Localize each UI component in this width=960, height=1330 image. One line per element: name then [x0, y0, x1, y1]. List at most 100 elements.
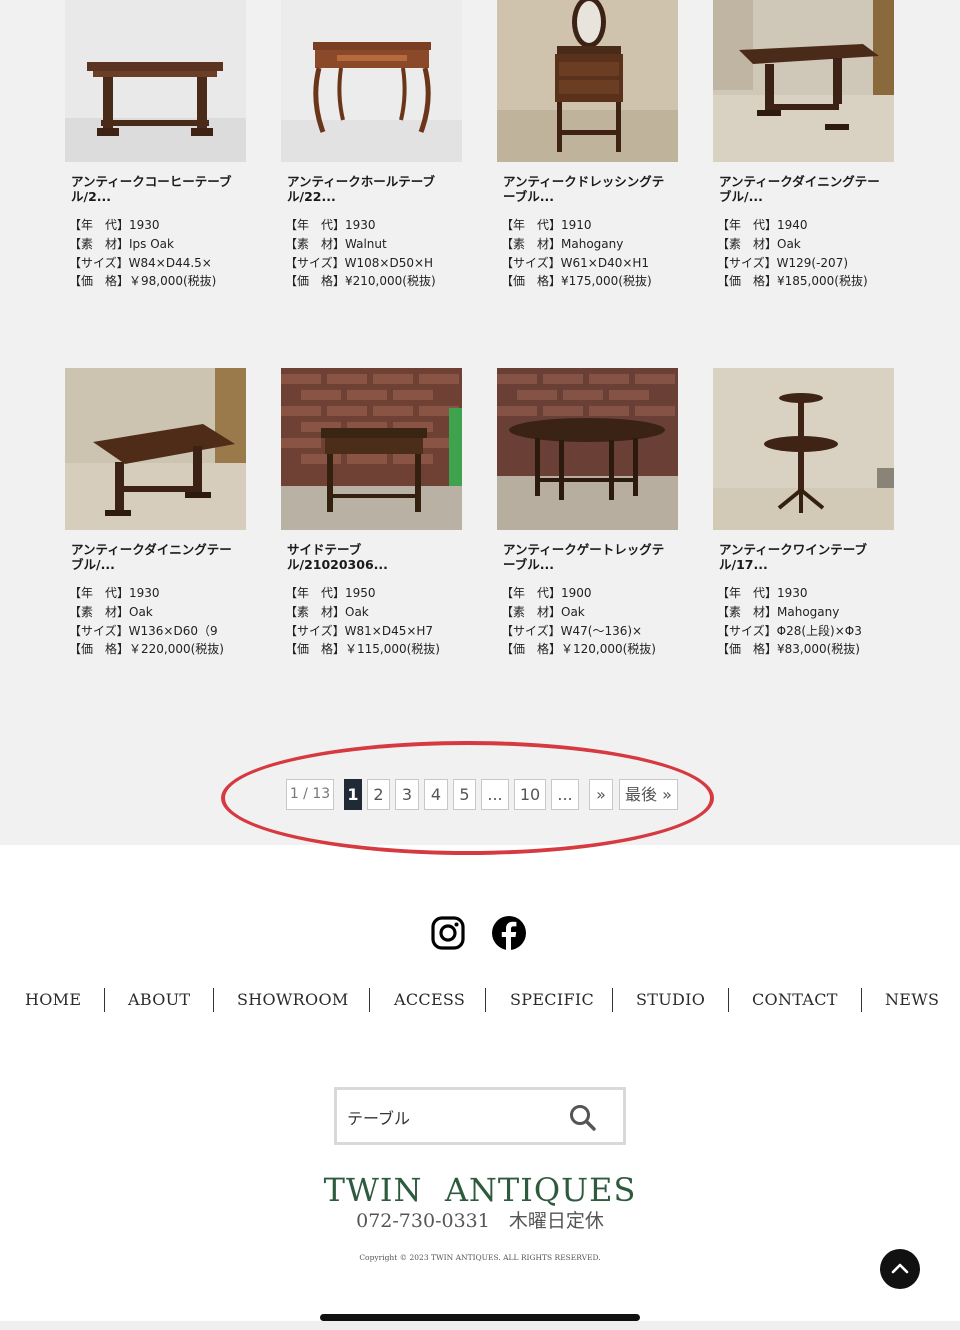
search-form — [334, 1087, 626, 1145]
search-icon — [570, 1105, 596, 1131]
page-link[interactable]: 4 — [424, 779, 448, 810]
product-card[interactable]: アンティークダイニングテーブル/... 【年 代】1930 【素 材】Oak 【… — [65, 368, 246, 659]
spec-size: 【サイズ】Φ28(上段)×Φ3 — [717, 623, 862, 638]
product-specs: 【年 代】1930 【素 材】Walnut 【サイズ】W108×D50×H 【価… — [281, 216, 462, 291]
page-ellipsis: ... — [551, 779, 579, 810]
nav-specific[interactable]: SPECIFIC — [510, 988, 594, 1012]
page-link[interactable]: 2 — [367, 779, 390, 810]
spec-size: 【サイズ】W136×D60（9 — [69, 623, 218, 638]
nav-divider — [861, 988, 862, 1012]
spec-size: 【サイズ】W108×D50×H — [285, 255, 434, 270]
hall-table-photo — [281, 0, 462, 162]
facebook-icon[interactable] — [491, 915, 527, 951]
product-specs: 【年 代】1930 【素 材】Ips Oak 【サイズ】W84×D44.5× 【… — [65, 216, 246, 291]
last-page-button[interactable]: 最後 » — [619, 779, 678, 810]
gateleg-table-photo — [497, 368, 678, 530]
next-page-button[interactable]: » — [589, 779, 613, 810]
spec-size: 【サイズ】W61×D40×H1 — [501, 255, 650, 270]
spec-material: 【素 材】Mahogany — [501, 236, 624, 251]
product-card[interactable]: サイドテーブル/21020306... 【年 代】1950 【素 材】Oak 【… — [281, 368, 462, 659]
product-card[interactable]: アンティークコーヒーテーブル/2... 【年 代】1930 【素 材】Ips O… — [65, 0, 246, 291]
home-indicator — [320, 1314, 640, 1321]
spec-year: 【年 代】1950 — [285, 586, 376, 600]
nav-divider — [728, 988, 729, 1012]
nav-home[interactable]: HOME — [25, 988, 81, 1012]
page-info: 1 / 13 — [286, 779, 334, 810]
product-title[interactable]: サイドテーブル/21020306... — [281, 542, 462, 572]
product-title[interactable]: アンティークワインテーブル/17... — [713, 542, 894, 572]
bottom-strip — [0, 1321, 960, 1330]
spec-price: 【価 格】¥210,000(税抜) — [285, 274, 436, 289]
coffee-table-photo — [65, 0, 246, 162]
spec-price: 【価 格】￥220,000(税抜) — [69, 642, 224, 657]
nav-divider — [369, 988, 370, 1012]
product-card[interactable]: アンティークワインテーブル/17... 【年 代】1930 【素 材】Mahog… — [713, 368, 894, 659]
nav-about[interactable]: ABOUT — [128, 988, 190, 1012]
footer-nav: HOME ABOUT SHOWROOM ACCESS SPECIFIC STUD… — [0, 988, 960, 1012]
spec-material: 【素 材】Oak — [285, 604, 369, 619]
spec-material: 【素 材】Oak — [69, 604, 153, 619]
search-input[interactable] — [347, 1100, 557, 1134]
product-card[interactable]: アンティークダイニングテーブル/... 【年 代】1940 【素 材】Oak 【… — [713, 0, 894, 291]
page-link[interactable]: 5 — [453, 779, 476, 810]
product-image[interactable] — [713, 368, 894, 530]
product-image[interactable] — [281, 0, 462, 162]
product-image[interactable] — [713, 0, 894, 162]
product-title[interactable]: アンティークコーヒーテーブル/2... — [65, 174, 246, 204]
product-specs: 【年 代】1950 【素 材】Oak 【サイズ】W81×D45×H7 【価 格】… — [281, 584, 462, 659]
nav-contact[interactable]: CONTACT — [752, 988, 838, 1012]
product-specs: 【年 代】1940 【素 材】Oak 【サイズ】W129(-207) 【価 格】… — [713, 216, 894, 291]
spec-material: 【素 材】Oak — [717, 236, 801, 251]
spec-size: 【サイズ】W81×D45×H7 — [285, 623, 434, 638]
product-image[interactable] — [281, 368, 462, 530]
product-grid-section: アンティークコーヒーテーブル/2... 【年 代】1930 【素 材】Ips O… — [0, 0, 960, 845]
phone-and-hours: 072-730-0331 木曜日定休 — [356, 1210, 604, 1232]
nav-news[interactable]: NEWS — [885, 988, 939, 1012]
spec-year: 【年 代】1930 — [69, 586, 160, 600]
back-to-top-button[interactable] — [880, 1249, 920, 1289]
product-title[interactable]: アンティークゲートレッグテーブル... — [497, 542, 678, 572]
page-ellipsis: ... — [481, 779, 509, 810]
product-card[interactable]: アンティークゲートレッグテーブル... 【年 代】1900 【素 材】Oak 【… — [497, 368, 678, 659]
nav-access[interactable]: ACCESS — [394, 988, 465, 1012]
dressing-table-photo — [497, 0, 678, 162]
product-specs: 【年 代】1910 【素 材】Mahogany 【サイズ】W61×D40×H1 … — [497, 216, 678, 291]
nav-divider — [485, 988, 486, 1012]
chevron-up-icon — [891, 1263, 909, 1274]
page-link[interactable]: 3 — [395, 779, 419, 810]
spec-price: 【価 格】￥120,000(税抜) — [501, 642, 656, 657]
product-image[interactable] — [497, 368, 678, 530]
wine-table-photo — [713, 368, 894, 530]
product-image[interactable] — [65, 0, 246, 162]
spec-year: 【年 代】1910 — [501, 218, 592, 232]
spec-material: 【素 材】Oak — [501, 604, 585, 619]
product-image[interactable] — [65, 368, 246, 530]
page-link-current[interactable]: 1 — [344, 779, 362, 810]
copyright: Copyright © 2023 TWIN ANTIQUES. ALL RIGH… — [359, 1253, 601, 1262]
instagram-icon[interactable] — [430, 915, 466, 951]
social-links — [0, 915, 960, 953]
nav-showroom[interactable]: SHOWROOM — [237, 988, 349, 1012]
product-title[interactable]: アンティークダイニングテーブル/... — [65, 542, 246, 572]
product-title[interactable]: アンティークドレッシングテーブル... — [497, 174, 678, 204]
nav-studio[interactable]: STUDIO — [636, 988, 705, 1012]
page-link[interactable]: 10 — [514, 779, 546, 810]
product-image[interactable] — [497, 0, 678, 162]
product-title[interactable]: アンティークホールテーブル/22... — [281, 174, 462, 204]
product-card[interactable]: アンティークドレッシングテーブル... 【年 代】1910 【素 材】Mahog… — [497, 0, 678, 291]
spec-year: 【年 代】1940 — [717, 218, 808, 232]
dining-table-photo — [713, 0, 894, 162]
product-card[interactable]: アンティークホールテーブル/22... 【年 代】1930 【素 材】Walnu… — [281, 0, 462, 291]
product-specs: 【年 代】1930 【素 材】Mahogany 【サイズ】Φ28(上段)×Φ3 … — [713, 584, 894, 659]
dining-table-photo — [65, 368, 246, 530]
brand-logo[interactable]: TWIN ANTIQUES — [0, 1170, 960, 1210]
search-button[interactable] — [567, 1102, 599, 1134]
spec-year: 【年 代】1930 — [717, 586, 808, 600]
product-title[interactable]: アンティークダイニングテーブル/... — [713, 174, 894, 204]
spec-price: 【価 格】￥98,000(税抜) — [69, 274, 217, 289]
product-specs: 【年 代】1930 【素 材】Oak 【サイズ】W136×D60（9 【価 格】… — [65, 584, 246, 659]
product-specs: 【年 代】1900 【素 材】Oak 【サイズ】W47(〜136)× 【価 格】… — [497, 584, 678, 659]
spec-year: 【年 代】1900 — [501, 586, 592, 600]
spec-size: 【サイズ】W129(-207) — [717, 255, 849, 270]
spec-price: 【価 格】¥83,000(税抜) — [717, 642, 860, 657]
